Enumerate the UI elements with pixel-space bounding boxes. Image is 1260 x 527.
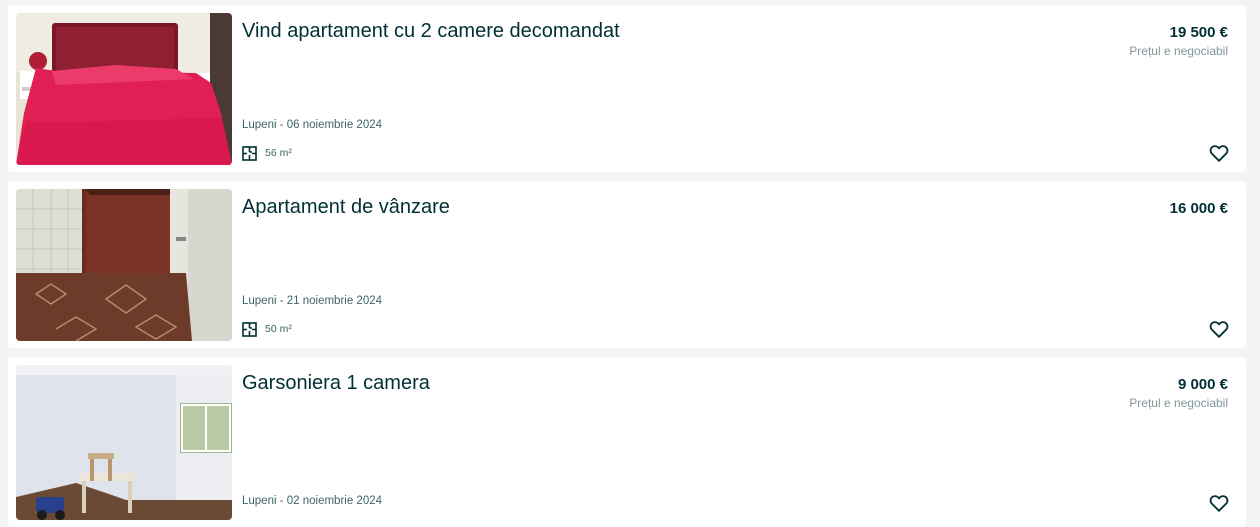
room-photo bbox=[16, 189, 232, 341]
listing-title[interactable]: Vind apartament cu 2 camere decomandat bbox=[242, 19, 620, 43]
listing-list: Vind apartament cu 2 camere decomandat 1… bbox=[0, 0, 1260, 527]
location-date: Lupeni - 21 noiembrie 2024 bbox=[242, 295, 383, 307]
negotiable-label: Prețul e negociabil bbox=[1129, 44, 1228, 58]
area-value: 56 m² bbox=[265, 147, 292, 159]
location-date: Lupeni - 02 noiembrie 2024 bbox=[242, 495, 383, 507]
floorplan-icon bbox=[242, 321, 257, 337]
heart-outline-icon[interactable] bbox=[1208, 318, 1230, 340]
bedroom-photo bbox=[16, 13, 232, 165]
listing-price: 9 000 € bbox=[1177, 376, 1228, 393]
listing-price: 16 000 € bbox=[1169, 200, 1228, 217]
listing-photo[interactable] bbox=[16, 189, 232, 341]
listing-title[interactable]: Garsoniera 1 camera bbox=[242, 371, 430, 395]
area-value: 50 m² bbox=[265, 323, 292, 335]
area-info: 56 m² bbox=[242, 144, 292, 162]
negotiable-label: Prețul e negociabil bbox=[1129, 396, 1228, 410]
heart-outline-icon[interactable] bbox=[1208, 492, 1230, 514]
listing-title[interactable]: Apartament de vânzare bbox=[242, 195, 450, 219]
listing-photo[interactable] bbox=[16, 365, 232, 520]
studio-photo bbox=[16, 365, 232, 520]
listing-card[interactable]: Garsoniera 1 camera 9 000 € Prețul e neg… bbox=[8, 357, 1246, 527]
listing-card[interactable]: Vind apartament cu 2 camere decomandat 1… bbox=[8, 5, 1246, 172]
heart-outline-icon[interactable] bbox=[1208, 142, 1230, 164]
listing-photo[interactable] bbox=[16, 13, 232, 165]
area-info: 50 m² bbox=[242, 320, 292, 338]
floorplan-icon bbox=[242, 145, 257, 161]
listing-price: 19 500 € bbox=[1169, 24, 1228, 41]
listing-card[interactable]: Apartament de vânzare 16 000 € Lupeni - … bbox=[8, 181, 1246, 348]
location-date: Lupeni - 06 noiembrie 2024 bbox=[242, 119, 383, 131]
